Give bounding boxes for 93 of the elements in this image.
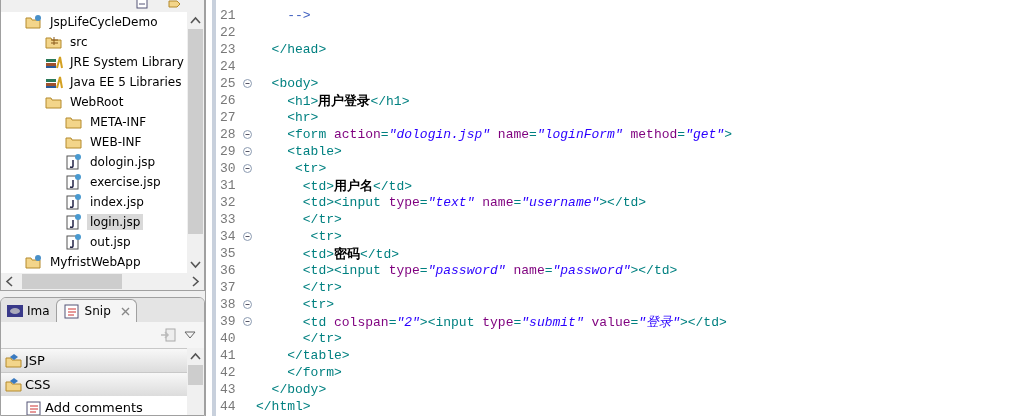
- code-line: </tr>: [301, 212, 342, 227]
- jsp-file-icon: [65, 234, 83, 250]
- code-line: <h1>用户登录</h1>: [286, 91, 410, 110]
- line-number: 40: [219, 331, 237, 346]
- line-number: 38: [219, 297, 237, 312]
- fold-icon[interactable]: [243, 79, 252, 88]
- code-line: </head>: [270, 42, 327, 57]
- code-line: <tr>: [301, 297, 334, 312]
- code-line: <tr>: [294, 161, 327, 176]
- line-number: 35: [219, 246, 237, 261]
- line-number: 42: [219, 365, 237, 380]
- scrollbar-thumb[interactable]: [188, 365, 203, 385]
- tree-item[interactable]: WEB-INF: [87, 134, 145, 150]
- code-line: </table>: [286, 348, 350, 363]
- code-line: </tr>: [301, 280, 342, 295]
- line-number: 23: [219, 42, 237, 57]
- line-number: 36: [219, 263, 237, 278]
- package-folder-icon: [45, 34, 63, 50]
- line-number: 33: [219, 212, 237, 227]
- code-line: <td colspan="2"><input type="submit" value="登录"></td>: [301, 313, 727, 331]
- scrollbar-thumb[interactable]: [188, 29, 203, 234]
- fold-icon[interactable]: [243, 164, 252, 173]
- snippet-item[interactable]: CSS: [1, 372, 187, 396]
- line-number: 24: [219, 59, 237, 74]
- tree-item[interactable]: META-INF: [87, 114, 150, 130]
- snippet-folder-icon: [5, 376, 23, 393]
- tree-item[interactable]: dologin.jsp: [87, 154, 159, 170]
- line-number: 25: [219, 76, 237, 91]
- tree-item[interactable]: exercise.jsp: [87, 174, 164, 190]
- code-line: -->: [286, 8, 311, 23]
- scrollbar-thumb[interactable]: [22, 274, 122, 289]
- fold-icon[interactable]: [243, 147, 252, 156]
- jsp-file-icon: [65, 194, 83, 210]
- snippet-icon: [62, 303, 81, 319]
- project-folder-icon: [25, 14, 43, 30]
- line-number: 41: [219, 348, 237, 363]
- project-folder-icon: [25, 254, 43, 270]
- tree-item[interactable]: Java EE 5 Libraries: [67, 74, 185, 90]
- jsp-file-icon: [65, 214, 83, 230]
- line-number: 30: [219, 161, 237, 176]
- fold-icon[interactable]: [243, 232, 252, 241]
- code-line: <tr>: [309, 229, 342, 244]
- line-number: 26: [219, 93, 237, 108]
- eye-icon: [7, 304, 23, 317]
- line-number: 39: [219, 314, 237, 329]
- code-line: <td>密码</td>: [301, 244, 400, 263]
- line-number: 34: [219, 229, 237, 244]
- tree-item[interactable]: JspLifeCycleDemo: [47, 14, 161, 30]
- jsp-file-icon: [65, 174, 83, 190]
- snippet-folder-icon: [5, 352, 23, 369]
- fold-icon[interactable]: [243, 300, 252, 309]
- tree-item[interactable]: JRE System Library: [67, 54, 187, 70]
- snippet-item[interactable]: JSP: [1, 348, 187, 372]
- view-tab[interactable]: Ima: [1, 299, 56, 322]
- code-line: <td><input type="password" name="password"></td>: [301, 263, 678, 278]
- fold-icon[interactable]: [243, 130, 252, 139]
- dropdown-icon[interactable]: [184, 331, 196, 339]
- code-line: <table>: [286, 144, 342, 159]
- line-number: 22: [219, 25, 237, 40]
- code-line: <body>: [270, 76, 319, 91]
- code-line: <td>用户名</td>: [301, 176, 413, 195]
- books-icon: [45, 54, 63, 70]
- code-line: </tr>: [301, 331, 342, 346]
- snippet-icon: [25, 399, 43, 415]
- line-number: 37: [219, 280, 237, 295]
- tree-item[interactable]: login.jsp: [87, 214, 144, 230]
- books-icon: [45, 74, 63, 90]
- line-number: 44: [219, 399, 237, 414]
- jsp-file-icon: [65, 154, 83, 170]
- line-number: 27: [219, 110, 237, 125]
- code-line: </html>: [256, 399, 311, 414]
- code-line: </form>: [286, 365, 342, 380]
- code-line: <form action="dologin.jsp" name="loginForm" method="get">: [286, 127, 732, 142]
- line-number: 21: [219, 8, 237, 23]
- tree-item[interactable]: src: [67, 34, 91, 50]
- folder-icon: [65, 114, 83, 130]
- close-icon[interactable]: [120, 306, 130, 316]
- folder-icon: [65, 134, 83, 150]
- fold-icon[interactable]: [243, 317, 252, 326]
- line-number: 28: [219, 127, 237, 142]
- tree-item[interactable]: MyfristWebApp: [47, 254, 144, 270]
- tree-item[interactable]: out.jsp: [87, 234, 134, 250]
- line-number: 29: [219, 144, 237, 159]
- code-line: <td><input type="text" name="username"></td>: [301, 195, 647, 210]
- line-number: 43: [219, 382, 237, 397]
- line-number: 32: [219, 195, 237, 210]
- line-number: 31: [219, 178, 237, 193]
- folder-icon: [45, 94, 63, 110]
- tree-item[interactable]: index.jsp: [87, 194, 147, 210]
- code-line: <hr>: [286, 110, 319, 125]
- code-line: </body>: [270, 382, 327, 397]
- view-tab[interactable]: Snip: [55, 299, 137, 322]
- tree-item[interactable]: WebRoot: [67, 94, 127, 110]
